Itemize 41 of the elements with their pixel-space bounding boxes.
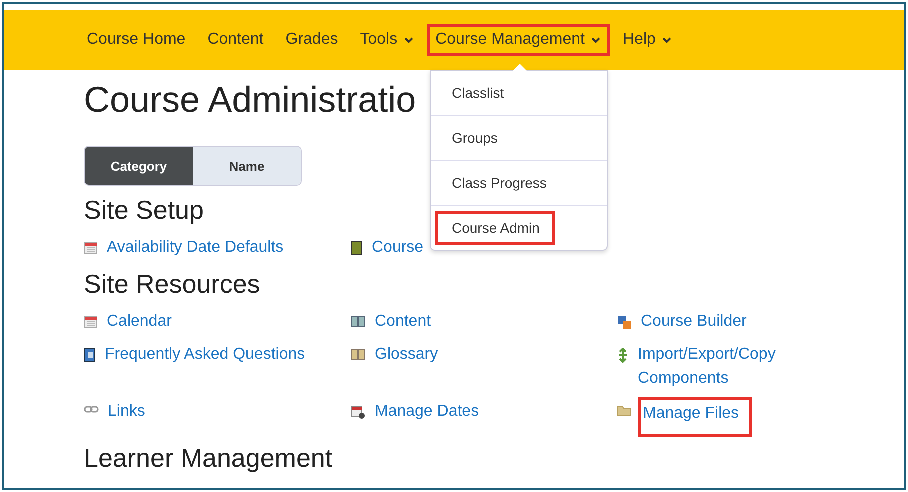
caret-icon (662, 36, 672, 44)
menu-item[interactable]: Classlist (435, 76, 520, 110)
section-heading: Learner Management (84, 442, 333, 474)
nav-link[interactable]: Grades (276, 24, 348, 56)
help-book-icon (84, 348, 96, 363)
tool-link[interactable]: Course Builder (638, 307, 750, 337)
tool-link[interactable]: Calendar (104, 307, 175, 337)
tool-link[interactable]: Manage Files (638, 397, 752, 437)
tool-link[interactable]: Manage Dates (372, 397, 482, 427)
blocks-icon (617, 315, 632, 330)
menu-item[interactable]: Course Admin (435, 211, 555, 245)
calendar-icon (84, 315, 98, 329)
nav-link[interactable]: Content (198, 24, 273, 56)
calendar-icon (84, 241, 98, 255)
page-title: Course Administratio (84, 78, 416, 122)
nav-link[interactable]: Help (614, 24, 681, 56)
tool-link[interactable]: Import/Export/Copy Components (635, 340, 870, 394)
menu-item[interactable]: Class Progress (435, 166, 562, 200)
tool-link[interactable]: Links (105, 397, 148, 427)
tool-link[interactable]: Frequently Asked Questions (102, 340, 308, 370)
link-icon (84, 405, 99, 414)
menu-item[interactable]: Groups (435, 121, 513, 155)
tool-link[interactable]: Glossary (372, 340, 442, 370)
caret-icon (404, 36, 414, 44)
tool-link[interactable]: Course (369, 233, 427, 263)
nav-link[interactable]: Course Home (84, 24, 195, 56)
section-heading: Site Resources (84, 268, 260, 300)
section-heading: Site Setup (84, 194, 204, 226)
calendar-gear-icon (351, 405, 366, 420)
nav-link[interactable]: Tools (351, 24, 423, 56)
open-book-icon (351, 348, 366, 361)
book-icon (351, 241, 363, 256)
folder-icon (617, 405, 632, 417)
open-book-icon (351, 315, 366, 328)
toggle-button[interactable]: Name (193, 147, 301, 185)
toggle-button[interactable]: Category (85, 147, 193, 185)
nav-link[interactable]: Course Management (426, 24, 610, 56)
caret-icon (591, 36, 601, 44)
tool-link[interactable]: Content (372, 307, 434, 337)
tool-link[interactable]: Availability Date Defaults (104, 233, 287, 263)
arrows-icon (617, 348, 629, 363)
